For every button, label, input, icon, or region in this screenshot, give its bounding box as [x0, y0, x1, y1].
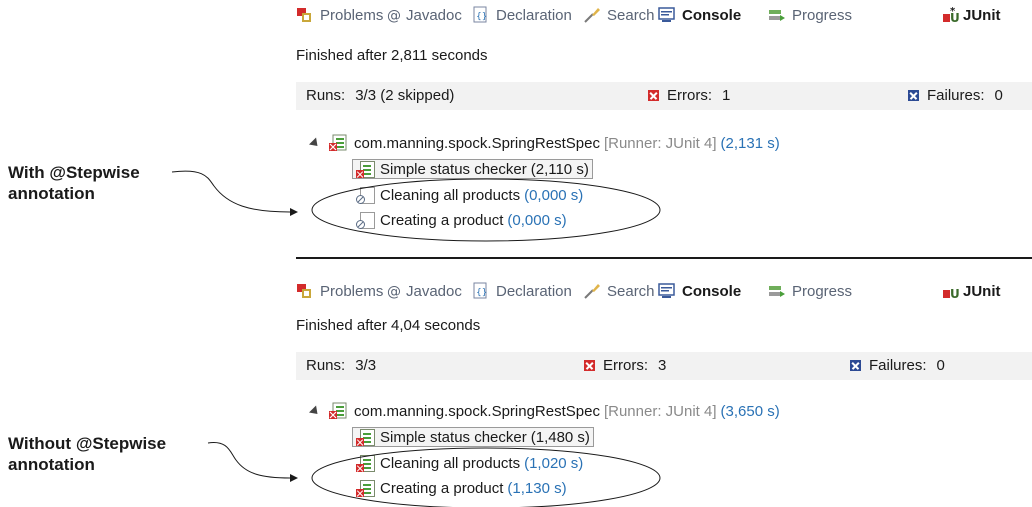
callout-line: [171, 170, 291, 213]
callout-line: [207, 442, 291, 479]
highlight-ellipse: [311, 447, 661, 507]
callout-arrowhead: [290, 474, 298, 482]
callout-arrowhead: [290, 208, 298, 216]
highlight-ellipse: [311, 178, 661, 242]
annotation-overlay: [171, 170, 661, 507]
